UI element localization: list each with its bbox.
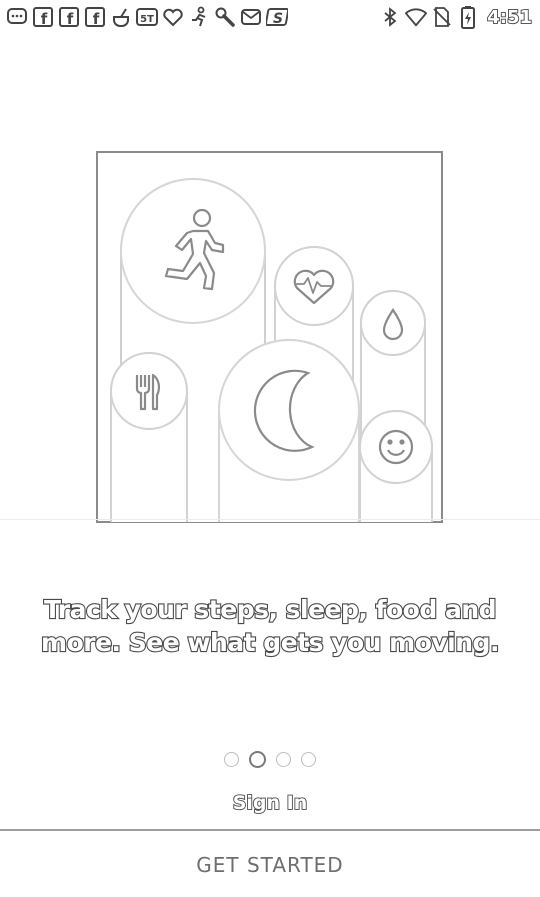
status-time: 4:51 (486, 6, 533, 29)
chat-bubble-icon (6, 6, 28, 28)
facebook-icon: f (58, 6, 80, 28)
get-started-button[interactable]: GET STARTED (0, 832, 540, 897)
page-dot[interactable] (276, 751, 291, 767)
background-divider (0, 519, 540, 520)
system-icons: 4:51 (379, 4, 533, 30)
page-indicator (0, 749, 540, 769)
tagline-line-1: Track your steps, sleep, food and (43, 594, 498, 625)
get-started-label: GET STARTED (196, 852, 344, 877)
tagline-line-2: more. See what gets you moving. (40, 627, 501, 658)
facebook-label: f (41, 10, 48, 28)
onboarding-screen: f f f 5T S 4:51 Track your steps, sleep,… (0, 0, 540, 897)
s-label: S (273, 11, 283, 27)
no-sim-icon (431, 6, 453, 28)
tagline: Track your steps, sleep, food and more. … (20, 593, 520, 659)
page-dot[interactable] (301, 751, 316, 767)
battery-icon (457, 6, 479, 29)
facebook-icon: f (32, 6, 54, 28)
wifi-icon (405, 6, 428, 28)
5t-app-icon: 5T (136, 6, 158, 28)
facebook-label: f (67, 10, 74, 28)
mood-pill (359, 410, 433, 522)
bottom-divider (0, 829, 540, 831)
wrench-icon (214, 6, 236, 28)
page-dot[interactable] (224, 751, 239, 767)
status-bar: f f f 5T S 4:51 (0, 0, 540, 34)
facebook-icon: f (84, 6, 106, 28)
mail-icon (240, 6, 262, 28)
5t-label: 5T (140, 14, 154, 25)
bluetooth-icon (379, 6, 401, 28)
notification-icons: f f f 5T S (6, 4, 292, 30)
person-exercise-icon (188, 6, 210, 28)
sign-in-button[interactable]: Sign In (195, 788, 345, 818)
facebook-label: f (93, 10, 100, 28)
s-app-icon: S (266, 6, 288, 28)
feature-illustration (96, 151, 443, 523)
pot-icon (110, 6, 132, 28)
page-dot-active[interactable] (249, 750, 266, 768)
heart-icon (162, 6, 184, 28)
